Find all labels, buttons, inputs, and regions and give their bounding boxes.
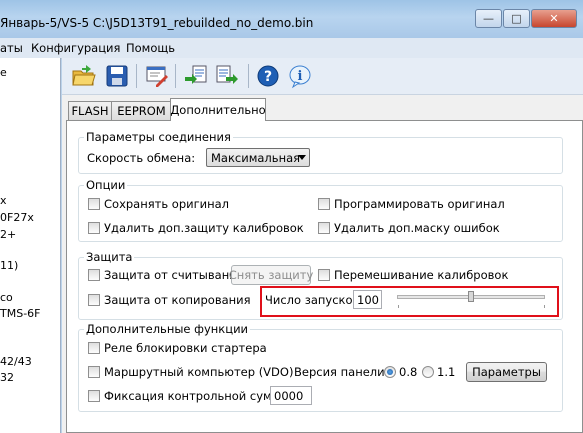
menu-item-configuration[interactable]: Конфигурация — [31, 41, 120, 55]
toolbar: ? i — [62, 58, 583, 95]
read-protection-checkbox[interactable] — [88, 269, 100, 281]
program-original-label: Программировать оригинал — [334, 197, 505, 211]
trip-computer-checkbox[interactable] — [88, 366, 100, 378]
protection-group-title: Защита — [84, 250, 135, 264]
info-icon[interactable]: i — [287, 63, 313, 89]
maximize-button[interactable]: □ — [503, 9, 530, 28]
save-disk-icon[interactable] — [104, 63, 130, 89]
shuffle-calibrations-label: Перемешивание калибровок — [334, 268, 509, 282]
connection-group-title: Параметры соединения — [84, 130, 233, 144]
svg-text:i: i — [298, 69, 303, 84]
help-icon[interactable]: ? — [255, 63, 281, 89]
save-original-label: Сохранять оригинал — [104, 197, 230, 211]
panel-version-label: Версия панели: — [294, 365, 389, 379]
tree-item[interactable]: 0F27x — [0, 211, 34, 224]
menu-item-help[interactable]: Помощь — [126, 41, 175, 55]
menu-item-devices[interactable]: аты — [0, 41, 23, 55]
tree-item[interactable]: 32 — [0, 371, 14, 384]
save-original-checkbox[interactable] — [88, 198, 100, 210]
toolbar-separator — [175, 64, 176, 88]
read-protection-label: Защита от считывания — [104, 268, 244, 282]
remove-error-mask-checkbox[interactable] — [318, 222, 330, 234]
highlight-box — [260, 286, 559, 317]
menu-bar: аты Конфигурация Помощь — [0, 38, 583, 59]
read-ecu-icon[interactable] — [183, 63, 209, 89]
parameters-button[interactable]: Параметры — [466, 362, 547, 382]
extra-functions-group-title: Дополнительные функции — [84, 322, 251, 336]
tree-item[interactable]: 42/43 — [0, 355, 32, 368]
tree-item[interactable]: 2+ — [0, 228, 16, 241]
version-radio-0-8[interactable] — [384, 366, 396, 378]
close-button[interactable]: ✕ — [531, 9, 577, 28]
remove-protection-button[interactable]: Снять защиту — [229, 265, 313, 285]
svg-text:?: ? — [264, 69, 272, 85]
starter-relay-checkbox[interactable] — [88, 342, 100, 354]
title-bar: Январь-5/VS-5 C:\J5D13T91_rebuilded_no_d… — [0, 0, 583, 38]
tree-item[interactable]: e — [0, 66, 7, 79]
tree-item[interactable]: x — [0, 194, 7, 207]
options-group-title: Опции — [84, 178, 128, 192]
tab-additional[interactable]: Дополнительно — [170, 98, 266, 121]
speed-label: Скорость обмена: — [87, 151, 196, 165]
version-label-1-1: 1.1 — [437, 365, 456, 379]
version-label-0-8: 0.8 — [399, 365, 418, 379]
edit-settings-icon[interactable] — [144, 63, 170, 89]
remove-calib-protection-checkbox[interactable] — [88, 222, 100, 234]
speed-select[interactable]: Максимальная — [206, 148, 310, 167]
toolbar-separator — [248, 64, 249, 88]
checksum-fix-checkbox[interactable] — [88, 390, 100, 402]
tree-item[interactable]: co — [0, 291, 13, 304]
tree-item[interactable]: 11) — [0, 259, 18, 272]
toolbar-separator — [136, 64, 137, 88]
tab-flash[interactable]: FLASH — [68, 101, 112, 120]
tab-eeprom[interactable]: EEPROM — [111, 101, 172, 120]
shuffle-calibrations-checkbox[interactable] — [318, 269, 330, 281]
checksum-fix-label: Фиксация контрольной суммы — [104, 389, 290, 403]
copy-protection-label: Защита от копирования — [104, 293, 251, 307]
version-radio-1-1[interactable] — [422, 366, 434, 378]
device-tree-panel[interactable]: e x 0F27x 2+ 11) co TMS-6F 42/43 32 — [0, 58, 61, 433]
remove-calib-protection-label: Удалить доп.защиту калибровок — [104, 221, 304, 235]
checksum-field[interactable]: 0000 — [270, 386, 312, 405]
speed-select-value: Максимальная — [211, 150, 301, 165]
window-title: Январь-5/VS-5 C:\J5D13T91_rebuilded_no_d… — [0, 16, 314, 30]
tree-item[interactable]: TMS-6F — [0, 307, 41, 320]
remove-error-mask-label: Удалить доп.маску ошибок — [334, 221, 500, 235]
chevron-down-icon — [298, 155, 306, 160]
write-ecu-icon[interactable] — [214, 63, 240, 89]
starter-relay-label: Реле блокировки стартера — [104, 341, 267, 355]
program-original-checkbox[interactable] — [318, 198, 330, 210]
open-folder-icon[interactable] — [71, 63, 97, 89]
copy-protection-checkbox[interactable] — [88, 294, 100, 306]
trip-computer-label: Маршрутный компьютер (VDO) — [104, 365, 294, 379]
minimize-button[interactable]: — — [475, 9, 502, 28]
